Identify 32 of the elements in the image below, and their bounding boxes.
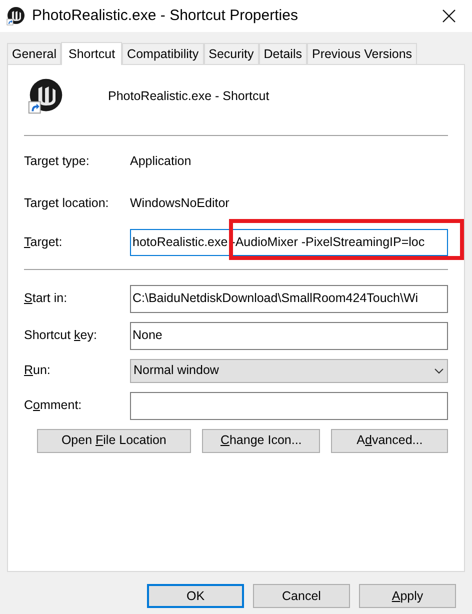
- tab[interactable]: Shortcut: [61, 42, 122, 65]
- close-icon[interactable]: [442, 9, 456, 23]
- field-label: Target location:: [24, 194, 110, 212]
- field-label: Target:: [24, 234, 64, 251]
- field-label: Run:: [24, 362, 52, 380]
- dialog-button[interactable]: OK: [147, 584, 244, 608]
- action-button[interactable]: Change Icon...: [202, 428, 320, 452]
- chevron-icon: [434, 368, 444, 374]
- action-button[interactable]: Advanced...: [331, 428, 448, 452]
- tab[interactable]: General: [7, 43, 62, 64]
- tab[interactable]: Details: [258, 43, 307, 64]
- field-value: Application: [130, 153, 192, 170]
- field-label: Target type:: [24, 153, 90, 170]
- field-label: Comment:: [24, 397, 83, 414]
- field-label: Shortcut key:: [24, 327, 98, 344]
- tab[interactable]: Compatibility: [122, 43, 204, 64]
- shortcut-icon: [27, 77, 65, 115]
- field-label: Start in:: [24, 290, 68, 308]
- action-button[interactable]: Open File Location: [37, 428, 191, 452]
- target-field[interactable]: hotoRealistic.exe -AudioMixer -PixelStreamingIP=loc: [130, 228, 448, 256]
- shortcut-name: PhotoRealistic.exe - Shortcut: [108, 88, 270, 105]
- input-field[interactable]: None: [130, 322, 448, 350]
- tab[interactable]: Security: [204, 43, 259, 64]
- app-icon: [6, 6, 26, 26]
- tab[interactable]: Previous Versions: [306, 43, 418, 64]
- dialog-button[interactable]: Cancel: [253, 584, 350, 608]
- dialog-button[interactable]: Apply: [359, 584, 456, 608]
- input-field[interactable]: [130, 392, 448, 420]
- window-title: PhotoRealistic.exe - Shortcut Properties: [32, 6, 298, 26]
- input-field[interactable]: C:\BaiduNetdiskDownload\SmallRoom424Touch\Wi: [130, 284, 448, 312]
- run-dropdown[interactable]: Normal window: [130, 358, 448, 382]
- field-value: WindowsNoEditor: [130, 194, 230, 212]
